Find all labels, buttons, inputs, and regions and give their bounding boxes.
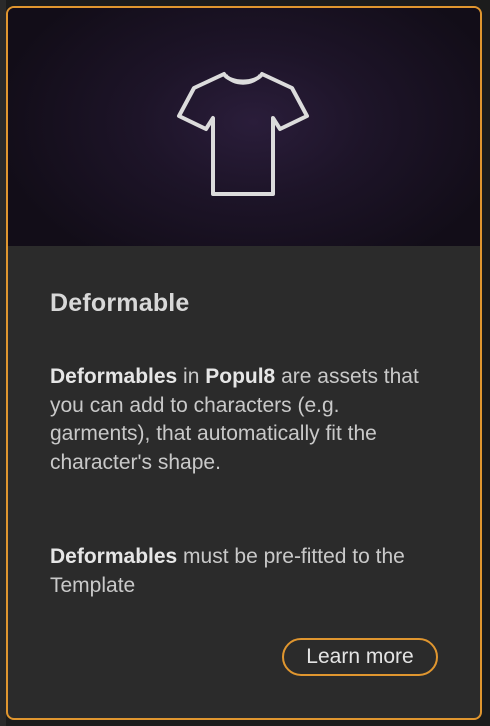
requirement-paragraph: Deformables must be pre-fitted to the Te… — [50, 543, 430, 600]
card-title: Deformable — [50, 289, 190, 317]
hero-banner — [8, 8, 480, 246]
learn-more-button[interactable]: Learn more — [282, 638, 438, 676]
description-paragraph: Deformables in Popul8 are assets that yo… — [50, 363, 430, 477]
t-shirt-icon — [177, 72, 309, 196]
brand-name: Popul8 — [205, 365, 276, 388]
deformable-info-card: Deformable Deformables in Popul8 are ass… — [6, 6, 482, 720]
connector-text: in — [177, 365, 206, 388]
deformables-term: Deformables — [50, 365, 178, 388]
deformables-term: Deformables — [50, 545, 178, 568]
